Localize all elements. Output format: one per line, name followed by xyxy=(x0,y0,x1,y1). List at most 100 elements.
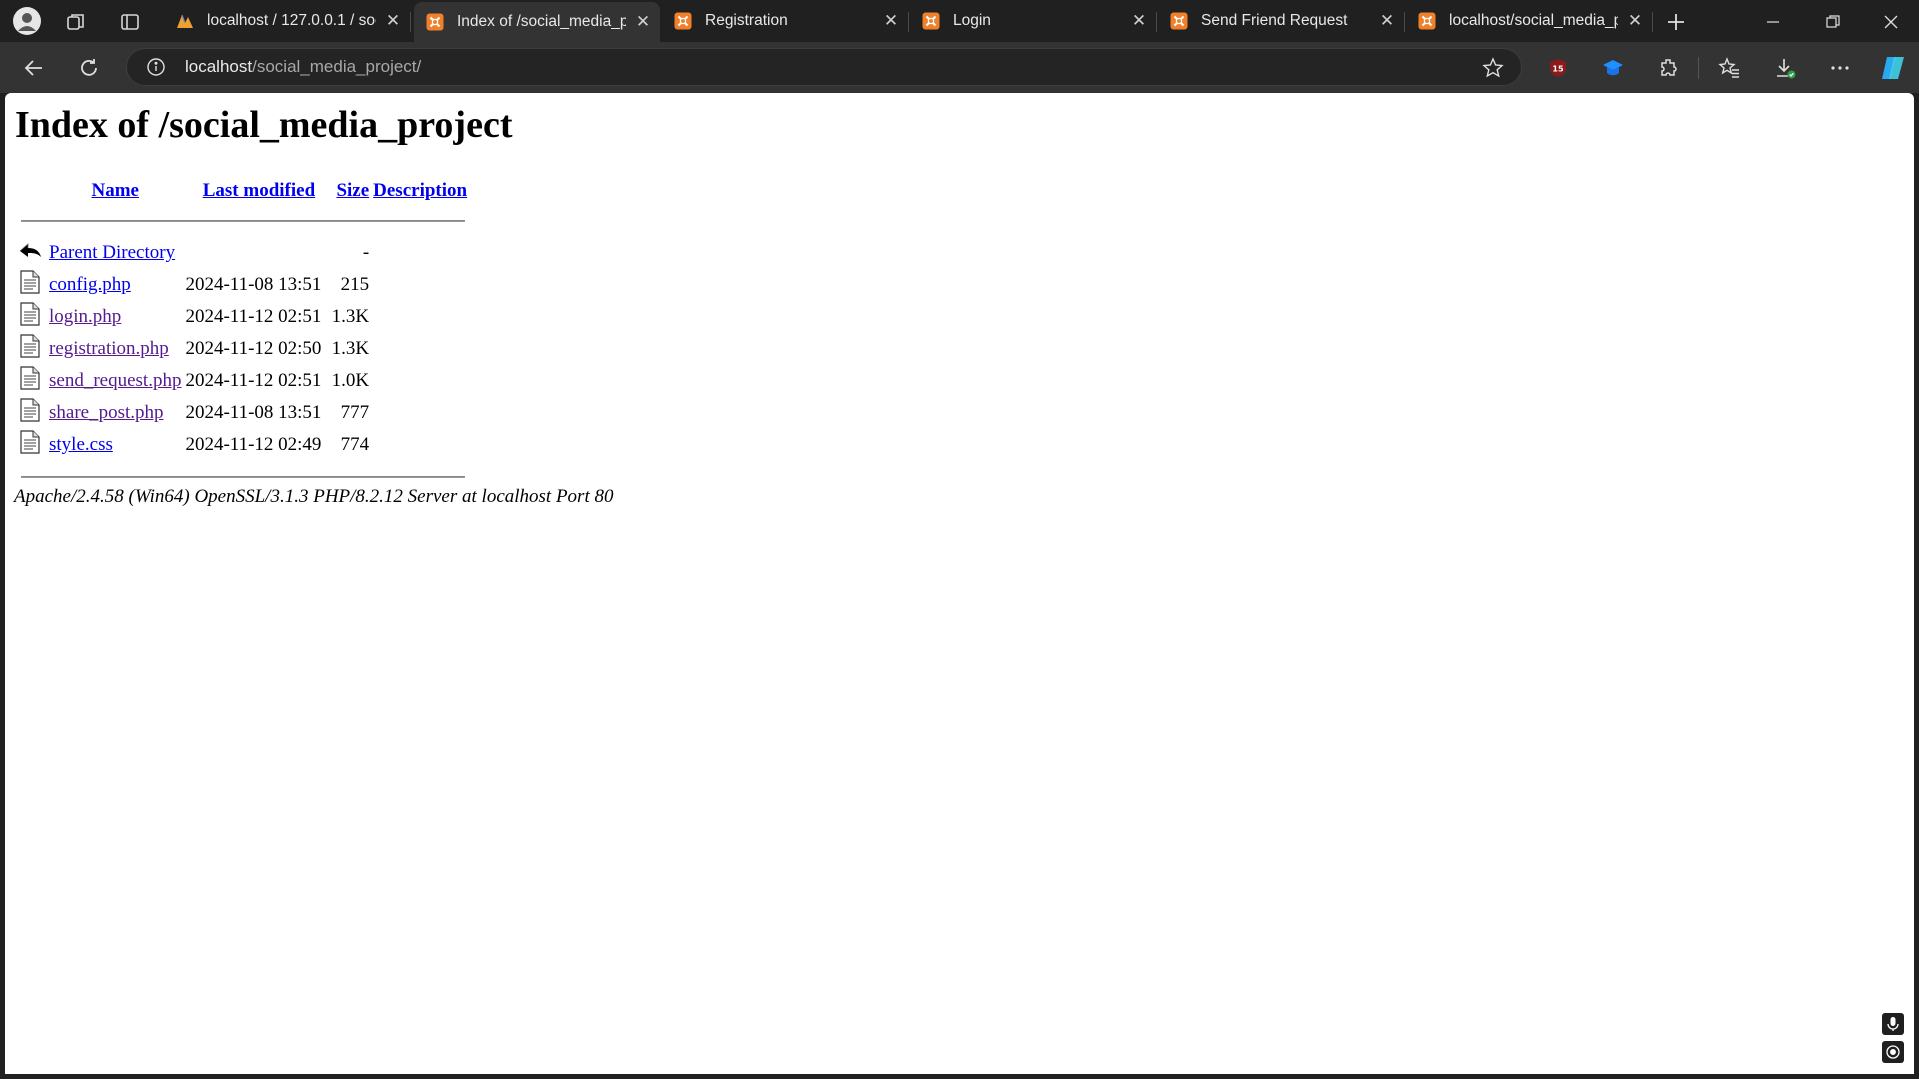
favorite-star-icon[interactable] xyxy=(1481,56,1505,80)
profile-avatar[interactable] xyxy=(11,5,43,37)
tab-strip: localhost / 127.0.0.1 / social_media_pro… xyxy=(0,0,1919,42)
back-icon-cell xyxy=(17,237,47,269)
close-window-button[interactable] xyxy=(1873,6,1909,38)
target-button[interactable] xyxy=(1882,1041,1904,1063)
ublock-extension-icon[interactable]: 15 xyxy=(1540,50,1576,86)
back-arrow-icon xyxy=(19,239,43,267)
file-link[interactable]: config.php xyxy=(49,274,131,295)
sort-by-description-link[interactable]: Description xyxy=(373,180,467,201)
file-icon xyxy=(19,302,41,332)
favorites-icon[interactable] xyxy=(1711,50,1747,86)
file-description xyxy=(371,269,469,301)
url-host: localhost xyxy=(185,57,253,76)
file-modified: 2024-11-12 02:51 xyxy=(185,306,322,327)
parent-size-cell: - xyxy=(362,242,370,263)
file-icon-cell xyxy=(17,301,47,333)
tab-title: localhost/social_media_project/ xyxy=(1449,12,1618,29)
file-row: config.php 2024-11-08 13:51 215 xyxy=(17,269,469,301)
svg-text:15: 15 xyxy=(1552,65,1564,74)
copilot-icon[interactable] xyxy=(1875,50,1911,86)
file-icon-cell xyxy=(17,269,47,301)
file-link[interactable]: send_request.php xyxy=(49,370,181,391)
server-signature: Apache/2.4.58 (Win64) OpenSSL/3.1.3 PHP/… xyxy=(14,486,614,507)
tab-close-icon[interactable]: ✕ xyxy=(1122,11,1156,31)
parent-directory-row: Parent Directory - xyxy=(17,237,469,269)
file-icon xyxy=(19,366,41,396)
tab-close-icon[interactable]: ✕ xyxy=(1370,11,1404,31)
file-size: 777 xyxy=(340,402,370,423)
tab-5[interactable]: Send Friend Request ✕ xyxy=(1158,0,1405,42)
file-size: 1.3K xyxy=(331,306,370,327)
xampp-icon xyxy=(1418,12,1436,30)
extensions-icon[interactable] xyxy=(1651,50,1687,86)
file-size: 774 xyxy=(340,434,370,455)
address-bar[interactable]: localhost/social_media_project/ xyxy=(126,48,1522,86)
tab-2[interactable]: Index of /social_media_project✕ xyxy=(414,2,660,42)
file-link[interactable]: registration.php xyxy=(49,338,169,359)
browser-toolbar: localhost/social_media_project/ 15 xyxy=(0,42,1919,93)
microphone-button[interactable] xyxy=(1882,1013,1904,1035)
tab-title: Index of /social_media_project xyxy=(457,13,626,30)
file-size: 1.3K xyxy=(331,338,370,359)
tab-6[interactable]: localhost/social_media_project/✕ xyxy=(1406,0,1653,42)
url-path: /social_media_project/ xyxy=(252,57,422,76)
sort-by-name-link[interactable]: Name xyxy=(91,180,138,201)
file-link[interactable]: style.css xyxy=(49,434,113,455)
column-header-size: Size xyxy=(323,177,371,205)
parent-modified-cell xyxy=(183,237,323,269)
tab-close-icon[interactable]: ✕ xyxy=(376,11,410,31)
tab-close-icon[interactable]: ✕ xyxy=(626,12,660,32)
file-icon xyxy=(19,430,41,460)
horizontal-rule xyxy=(21,476,466,478)
minimize-button[interactable] xyxy=(1755,6,1791,38)
back-button[interactable] xyxy=(16,50,52,86)
tab-close-icon[interactable]: ✕ xyxy=(874,11,908,31)
file-modified: 2024-11-12 02:50 xyxy=(185,338,322,359)
tab-1[interactable]: localhost / 127.0.0.1 / social_media_pro… xyxy=(164,0,411,42)
file-size: 215 xyxy=(340,274,370,295)
file-description xyxy=(371,397,469,429)
horizontal-rule xyxy=(21,220,466,222)
phpmyadmin-icon xyxy=(176,12,194,30)
file-description xyxy=(371,365,469,397)
tab-title: Send Friend Request xyxy=(1201,12,1348,29)
file-row: send_request.php 2024-11-12 02:51 1.0K xyxy=(17,365,469,397)
xampp-icon xyxy=(674,12,692,30)
file-row: style.css 2024-11-12 02:49 774 xyxy=(17,429,469,461)
vertical-tabs-icon[interactable] xyxy=(116,8,144,36)
xampp-icon xyxy=(1170,12,1188,30)
file-icon xyxy=(19,270,41,300)
tab-separator xyxy=(908,12,909,32)
workspaces-icon[interactable] xyxy=(62,8,90,36)
education-extension-icon[interactable] xyxy=(1595,50,1631,86)
restore-button[interactable] xyxy=(1815,6,1851,38)
new-tab-button[interactable] xyxy=(1660,6,1692,38)
file-icon-cell xyxy=(17,429,47,461)
downloads-icon[interactable] xyxy=(1767,50,1803,86)
url-text[interactable]: localhost/social_media_project/ xyxy=(185,57,421,77)
tab-3[interactable]: Registration ✕ xyxy=(662,0,909,42)
file-icon-cell xyxy=(17,333,47,365)
file-modified: 2024-11-08 13:51 xyxy=(185,274,322,295)
tab-title: Registration xyxy=(705,12,788,29)
header-rule-row xyxy=(17,205,469,237)
directory-listing-table: Name Last modified Size Description Pare… xyxy=(17,177,469,493)
tab-title: Login xyxy=(953,12,991,29)
file-modified: 2024-11-08 13:51 xyxy=(185,402,322,423)
page-viewport: Index of /social_media_project Name Last… xyxy=(5,93,1914,1074)
file-row: login.php 2024-11-12 02:51 1.3K xyxy=(17,301,469,333)
sort-by-size-link[interactable]: Size xyxy=(336,180,369,201)
sort-by-modified-link[interactable]: Last modified xyxy=(203,180,315,201)
site-info-icon[interactable] xyxy=(145,56,167,78)
table-header-row: Name Last modified Size Description xyxy=(17,177,469,205)
file-description xyxy=(371,333,469,365)
tab-4[interactable]: Login ✕ xyxy=(910,0,1157,42)
more-options-icon[interactable] xyxy=(1822,50,1858,86)
parent-directory-link[interactable]: Parent Directory xyxy=(49,242,175,263)
reload-button[interactable] xyxy=(71,50,107,86)
file-link[interactable]: login.php xyxy=(49,306,121,327)
file-size: 1.0K xyxy=(331,370,370,391)
tab-close-icon[interactable]: ✕ xyxy=(1618,11,1652,31)
file-link[interactable]: share_post.php xyxy=(49,402,164,423)
tab-separator xyxy=(1652,12,1653,32)
